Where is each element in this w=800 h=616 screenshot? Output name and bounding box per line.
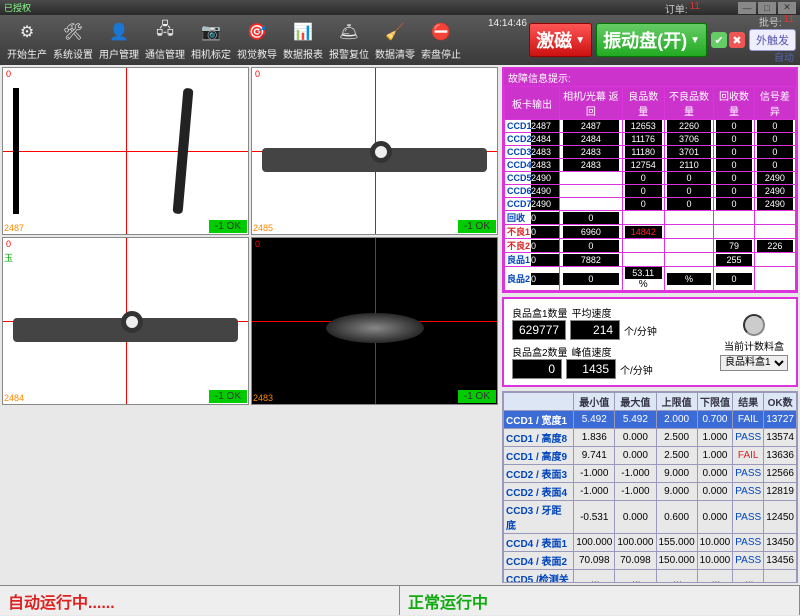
toolbar-icon: ⚙ [15,20,39,44]
toolbar-7[interactable]: 🛎报警复位 [326,16,372,64]
toolbar-icon: 📷 [199,20,223,44]
toolbar-2[interactable]: 👤用户管理 [96,16,142,64]
demag-button[interactable]: 激磁▼ [529,23,592,57]
ext-trigger-button[interactable]: 外触发 [749,29,796,51]
toolbar-0[interactable]: ⚙开始生产 [4,16,50,64]
speed-panel: 良品盒1数量 平均速度 629777 214 个/分钟 良品盒2数量 峰值速度 … [502,297,798,387]
toolbar-icon: 🛠 [61,20,85,44]
minimize-icon[interactable]: — [738,2,756,14]
avg-speed: 214 [570,320,620,340]
camera-view-4[interactable]: 02483-1 OK [251,237,498,405]
toolbar-8[interactable]: 🧹数据清零 [372,16,418,64]
maximize-icon[interactable]: □ [758,2,776,14]
goodbox1-count: 629777 [512,320,566,340]
toolbar-icon: 🖧 [153,20,177,44]
toolbar: ⚙开始生产🛠系统设置👤用户管理🖧通信管理📷相机标定🎯视觉教导📊数据报表🛎报警复位… [0,15,800,65]
status-left: 自动运行中...... [0,586,400,615]
cancel-icon[interactable]: ✖ [729,32,745,48]
ok-icon[interactable]: ✔ [711,32,727,48]
peak-speed: 1435 [566,359,616,379]
close-icon[interactable]: ✕ [778,2,796,14]
camera-view-3[interactable]: 0玉2484-1 OK [2,237,249,405]
toolbar-icon: 👤 [107,20,131,44]
camera-view-2[interactable]: 02485-1 OK [251,67,498,235]
camera-view-1[interactable]: 02487-1 OK [2,67,249,235]
toolbar-5[interactable]: 🎯视觉教导 [234,16,280,64]
toolbar-9[interactable]: ⛔索盘停止 [418,16,464,64]
auth-status: 已授权 [4,1,31,14]
panel-header: 故障信息提示: [504,69,796,86]
goodbox2-count: 0 [512,359,562,379]
toolbar-icon: ⛔ [429,20,453,44]
results-table[interactable]: 最小值最大值上限值下限值结果OK数CCD1 / 宽度15.4925.4922.0… [502,391,798,583]
status-bar: 自动运行中...... 正常运行中 [0,585,800,615]
material-box-select[interactable]: 良品料盒1 [720,355,788,371]
toolbar-6[interactable]: 📊数据报表 [280,16,326,64]
clock: 14:14:46 [488,18,527,29]
toolbar-icon: 🧹 [383,20,407,44]
toolbar-3[interactable]: 🖧通信管理 [142,16,188,64]
toolbar-icon: 🎯 [245,20,269,44]
material-indicator-icon [743,314,765,336]
toolbar-1[interactable]: 🛠系统设置 [50,16,96,64]
auto-label: 自动 [774,49,794,64]
counts-panel: 故障信息提示: 板卡输出相机/光幕 返回良品数量不良品数量回收数量信号差异CCD… [502,67,798,293]
status-right: 正常运行中 [400,586,800,615]
vibrator-button[interactable]: 振动盘(开)▼ [596,23,707,57]
toolbar-icon: 🛎 [337,20,361,44]
toolbar-icon: 📊 [291,20,315,44]
toolbar-4[interactable]: 📷相机标定 [188,16,234,64]
